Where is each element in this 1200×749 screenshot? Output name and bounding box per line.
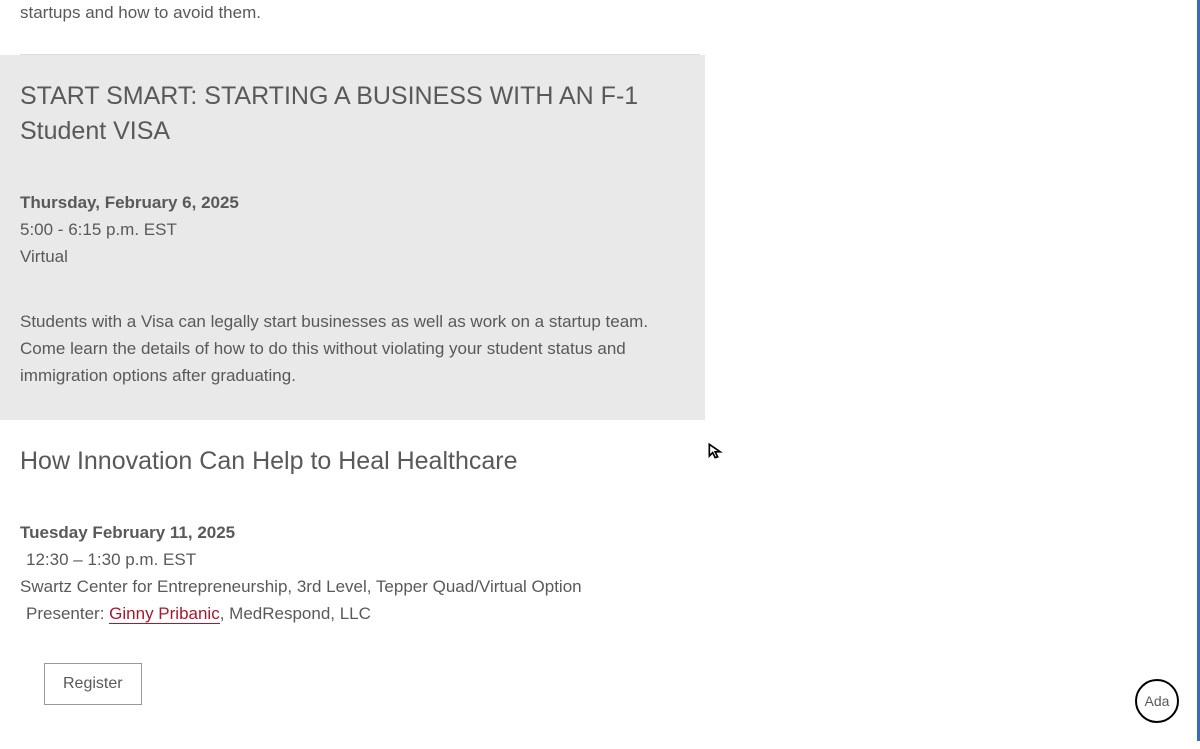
event-time: 5:00 - 6:15 p.m. EST xyxy=(20,216,693,243)
event-block-f1-visa: START SMART: STARTING A BUSINESS WITH AN… xyxy=(0,55,705,420)
intro-fragment: startups and how to avoid them. xyxy=(20,0,700,26)
event-time: 12:30 – 1:30 p.m. EST xyxy=(20,546,700,573)
event-description: Students with a Visa can legally start b… xyxy=(20,308,693,390)
event-title: START SMART: STARTING A BUSINESS WITH AN… xyxy=(20,79,693,149)
event-block-healthcare: How Innovation Can Help to Heal Healthca… xyxy=(20,420,700,730)
event-location: Virtual xyxy=(20,243,693,270)
ada-chat-button[interactable]: Ada xyxy=(1135,679,1179,723)
register-button[interactable]: Register xyxy=(44,663,142,705)
event-title: How Innovation Can Help to Heal Healthca… xyxy=(20,444,700,479)
event-presenter: Presenter: Ginny Pribanic, MedRespond, L… xyxy=(20,600,700,627)
event-location: Swartz Center for Entrepreneurship, 3rd … xyxy=(20,573,700,600)
presenter-org: , MedRespond, LLC xyxy=(220,604,371,623)
ada-label: Ada xyxy=(1145,693,1170,709)
event-date: Tuesday February 11, 2025 xyxy=(20,519,700,546)
presenter-link[interactable]: Ginny Pribanic xyxy=(109,604,220,624)
presenter-label: Presenter: xyxy=(26,604,109,623)
event-date: Thursday, February 6, 2025 xyxy=(20,189,693,216)
